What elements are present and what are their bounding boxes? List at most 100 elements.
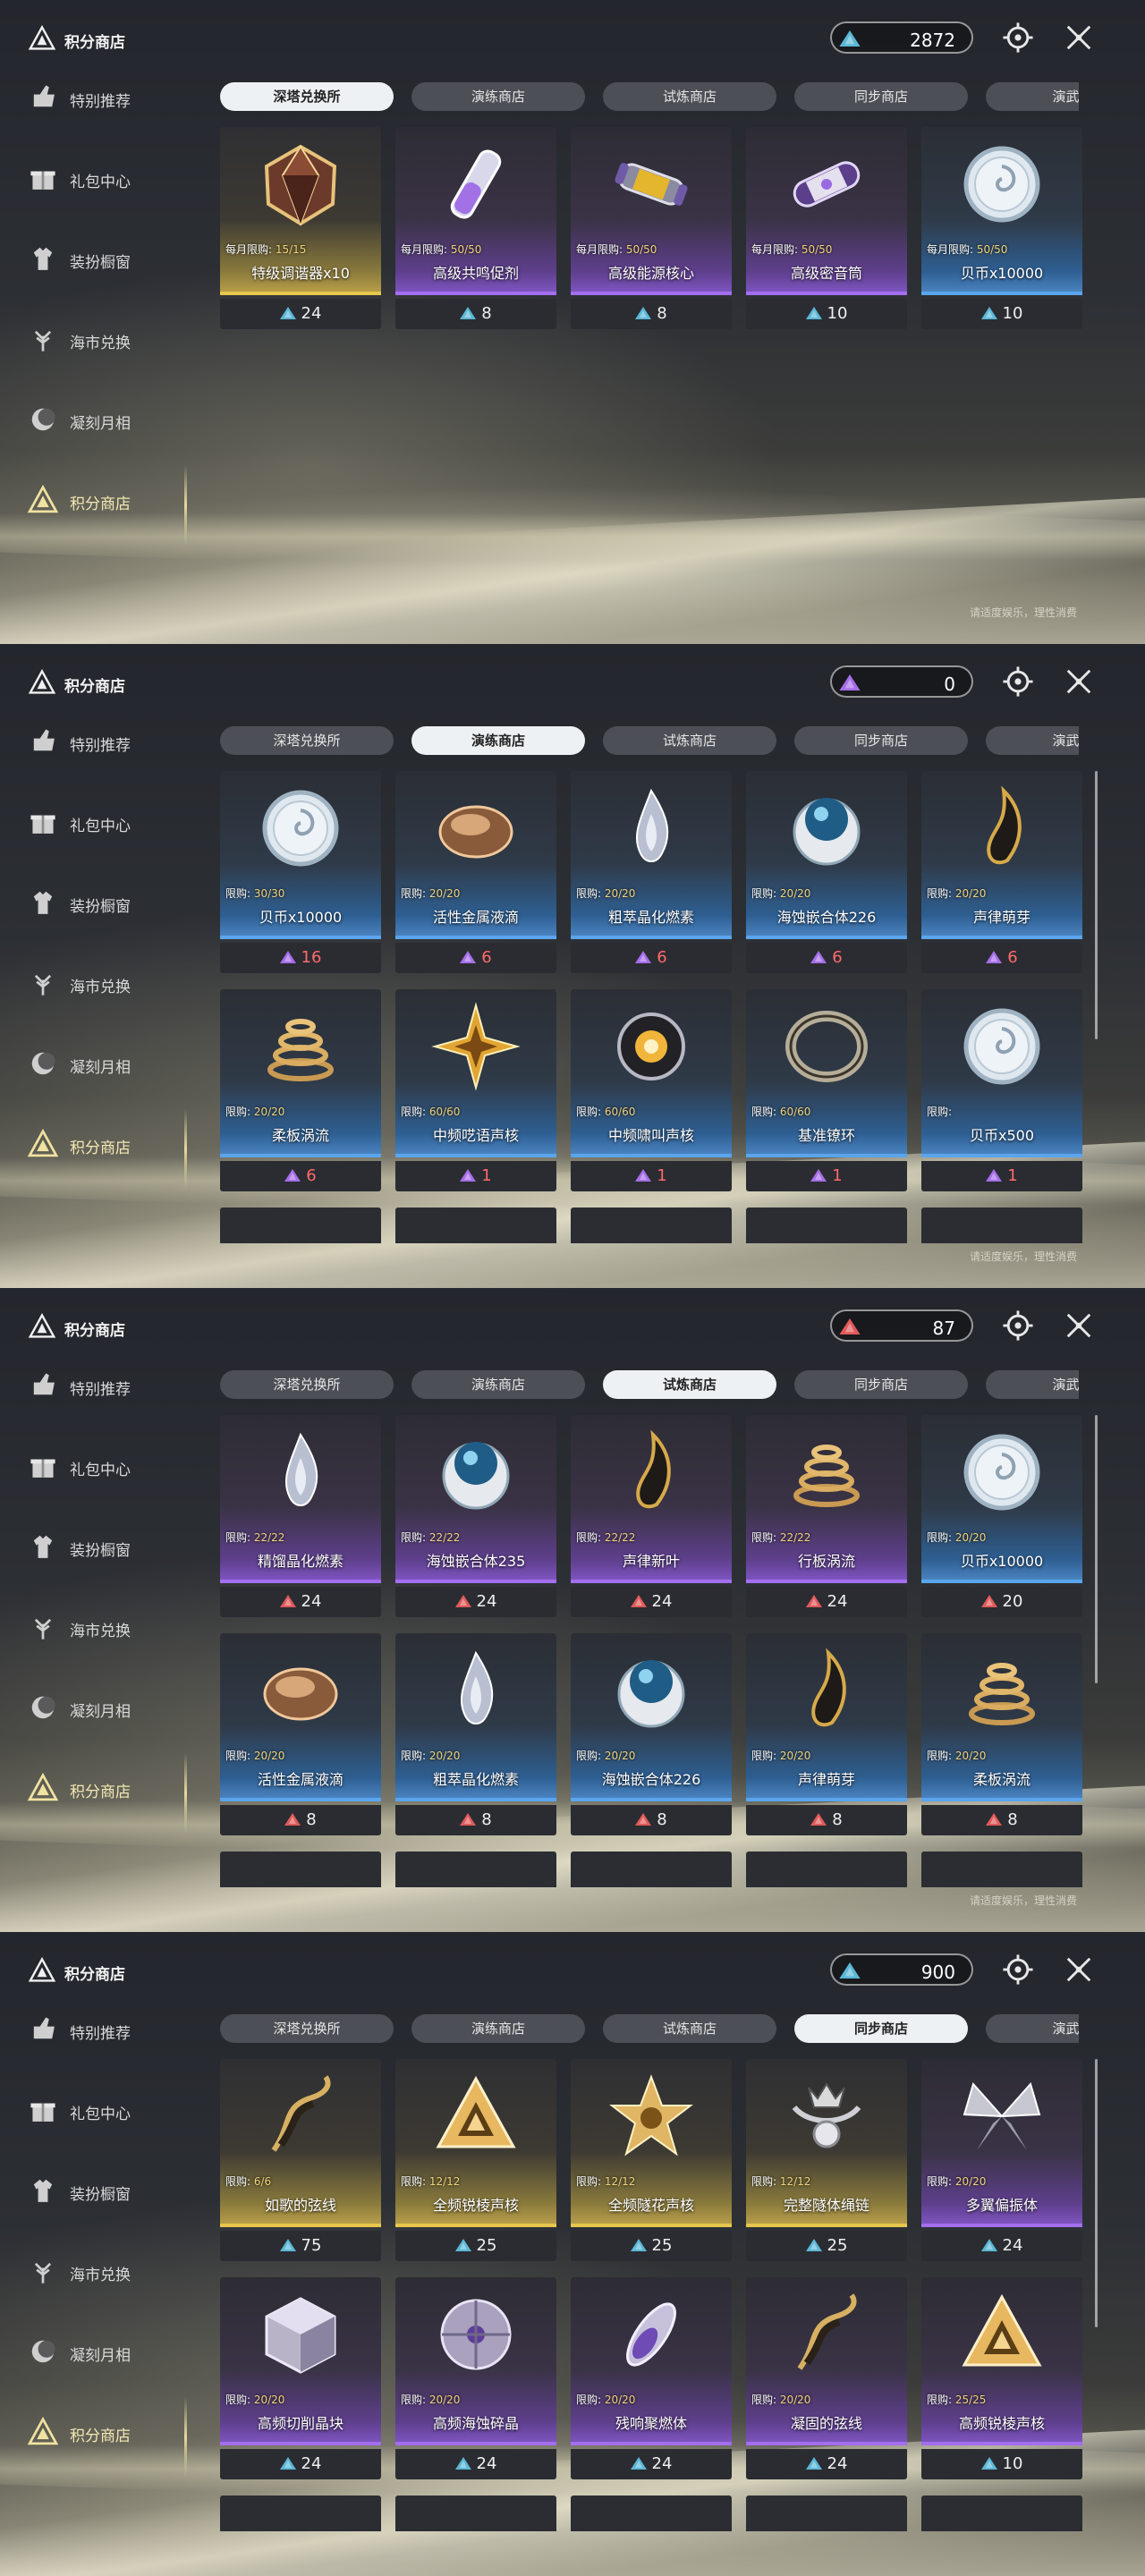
nav-item-wardrobe[interactable]: 装扮橱窗 [25,2168,186,2213]
nav-item-moon-phase[interactable]: 凝刻月相 [25,1041,186,1086]
tab-1[interactable]: 演练商店 [411,726,585,755]
shop-item-card[interactable]: 限购: 12/12 全频锐棱声核 25 [395,2059,556,2261]
shop-item-card[interactable]: 限购: 20/20 声律萌芽 8 [746,1633,907,1835]
tab-0[interactable]: 深塔兑换所 [220,726,394,755]
tab-4[interactable]: 演武商 [986,82,1079,111]
close-icon[interactable] [1063,1953,1095,1986]
shop-item-card[interactable]: 限购: 25/25 高频锐棱声核 10 [921,2277,1082,2479]
nav-item-market[interactable]: 海市兑换 [25,961,186,1005]
nav-item-moon-phase[interactable]: 凝刻月相 [25,397,186,442]
shop-item-card[interactable]: 限购: 贝币x500 1 [921,989,1082,1191]
shop-item-card[interactable]: 限购: 20/20 粗萃晶化燃素 8 [395,1633,556,1835]
scrollbar[interactable] [1095,1415,1098,1683]
shop-item-card[interactable]: 限购: 20/20 凝固的弦线 24 [746,2277,907,2479]
nav-item-recommend[interactable]: 特别推荐 [25,2007,186,2052]
target-icon[interactable] [1002,665,1034,698]
shop-item-card[interactable] [571,2496,732,2531]
tab-2[interactable]: 试炼商店 [603,1370,776,1399]
shop-item-card[interactable]: 每月限购: 15/15 特级调谐器x10 24 [220,127,381,329]
shop-item-card[interactable] [395,1852,556,1887]
shop-item-card[interactable]: 限购: 20/20 高频海蚀碎晶 24 [395,2277,556,2479]
shop-item-card[interactable]: 每月限购: 50/50 高级共鸣促剂 8 [395,127,556,329]
shop-item-card[interactable]: 限购: 22/22 精馏晶化燃素 24 [220,1415,381,1617]
close-icon[interactable] [1063,665,1095,698]
shop-item-card[interactable]: 限购: 12/12 完整隧体绳链 25 [746,2059,907,2261]
tab-2[interactable]: 试炼商店 [603,2014,776,2043]
shop-item-card[interactable] [571,1208,732,1243]
shop-item-card[interactable]: 限购: 20/20 贝币x10000 20 [921,1415,1082,1617]
scrollbar[interactable] [1095,771,1098,1039]
shop-item-card[interactable] [746,1208,907,1243]
shop-item-card[interactable]: 限购: 20/20 残响聚燃体 24 [571,2277,732,2479]
nav-item-recommend[interactable]: 特别推荐 [25,1363,186,1408]
shop-item-card[interactable]: 限购: 20/20 活性金属液滴 8 [220,1633,381,1835]
shop-item-card[interactable]: 限购: 20/20 粗萃晶化燃素 6 [571,771,732,973]
nav-item-market[interactable]: 海市兑换 [25,2249,186,2293]
tab-0[interactable]: 深塔兑换所 [220,82,394,111]
shop-item-card[interactable] [220,1208,381,1243]
close-icon[interactable] [1063,1309,1095,1342]
shop-item-card[interactable] [220,1852,381,1887]
tab-0[interactable]: 深塔兑换所 [220,1370,394,1399]
shop-item-card[interactable] [921,2496,1082,2531]
tab-0[interactable]: 深塔兑换所 [220,2014,394,2043]
shop-item-card[interactable] [220,2496,381,2531]
nav-item-recommend[interactable]: 特别推荐 [25,75,186,120]
currency-balance[interactable]: 0 [830,665,973,698]
nav-item-wardrobe[interactable]: 装扮橱窗 [25,880,186,925]
nav-item-gift[interactable]: 礼包中心 [25,800,186,844]
tab-2[interactable]: 试炼商店 [603,726,776,755]
shop-item-card[interactable]: 限购: 20/20 海蚀嵌合体226 6 [746,771,907,973]
shop-item-card[interactable]: 限购: 12/12 全频隧花声核 25 [571,2059,732,2261]
tab-4[interactable]: 演武商 [986,1370,1079,1399]
shop-item-card[interactable]: 限购: 20/20 柔板涡流 6 [220,989,381,1191]
shop-item-card[interactable] [921,1208,1082,1243]
tab-3[interactable]: 同步商店 [794,2014,968,2043]
tab-1[interactable]: 演练商店 [411,1370,585,1399]
tab-1[interactable]: 演练商店 [411,82,585,111]
nav-item-points-shop[interactable]: 积分商店 [25,1122,186,1166]
shop-item-card[interactable] [395,1208,556,1243]
nav-item-gift[interactable]: 礼包中心 [25,1444,186,1488]
target-icon[interactable] [1002,21,1034,54]
shop-item-card[interactable]: 限购: 30/30 贝币x10000 16 [220,771,381,973]
shop-item-card[interactable]: 限购: 22/22 行板涡流 24 [746,1415,907,1617]
shop-item-card[interactable]: 限购: 20/20 高频切削晶块 24 [220,2277,381,2479]
shop-item-card[interactable]: 限购: 20/20 声律萌芽 6 [921,771,1082,973]
shop-item-card[interactable]: 限购: 60/60 基准镣环 1 [746,989,907,1191]
nav-item-market[interactable]: 海市兑换 [25,1605,186,1649]
currency-balance[interactable]: 2872 [830,21,973,54]
nav-item-wardrobe[interactable]: 装扮橱窗 [25,236,186,281]
shop-item-card[interactable] [921,1852,1082,1887]
shop-item-card[interactable] [395,2496,556,2531]
target-icon[interactable] [1002,1309,1034,1342]
close-icon[interactable] [1063,21,1095,54]
target-icon[interactable] [1002,1953,1034,1986]
tab-4[interactable]: 演武商 [986,726,1079,755]
shop-item-card[interactable]: 限购: 22/22 声律新叶 24 [571,1415,732,1617]
nav-item-points-shop[interactable]: 积分商店 [25,478,186,522]
nav-item-market[interactable]: 海市兑换 [25,317,186,361]
tab-4[interactable]: 演武商 [986,2014,1079,2043]
nav-item-points-shop[interactable]: 积分商店 [25,1766,186,1810]
shop-item-card[interactable]: 每月限购: 50/50 贝币x10000 10 [921,127,1082,329]
tab-1[interactable]: 演练商店 [411,2014,585,2043]
tab-2[interactable]: 试炼商店 [603,82,776,111]
shop-item-card[interactable]: 限购: 22/22 海蚀嵌合体235 24 [395,1415,556,1617]
tab-3[interactable]: 同步商店 [794,726,968,755]
currency-balance[interactable]: 87 [830,1309,973,1342]
tab-3[interactable]: 同步商店 [794,82,968,111]
shop-item-card[interactable]: 限购: 20/20 海蚀嵌合体226 8 [571,1633,732,1835]
nav-item-points-shop[interactable]: 积分商店 [25,2410,186,2454]
nav-item-wardrobe[interactable]: 装扮橱窗 [25,1524,186,1569]
scrollbar[interactable] [1095,2059,1098,2327]
nav-item-gift[interactable]: 礼包中心 [25,156,186,200]
shop-item-card[interactable] [746,1852,907,1887]
nav-item-recommend[interactable]: 特别推荐 [25,719,186,764]
shop-item-card[interactable]: 每月限购: 50/50 高级能源核心 8 [571,127,732,329]
shop-item-card[interactable]: 限购: 20/20 活性金属液滴 6 [395,771,556,973]
shop-item-card[interactable]: 限购: 20/20 多翼偏振体 24 [921,2059,1082,2261]
shop-item-card[interactable]: 每月限购: 50/50 高级密音筒 10 [746,127,907,329]
currency-balance[interactable]: 900 [830,1953,973,1986]
nav-item-moon-phase[interactable]: 凝刻月相 [25,1685,186,1730]
